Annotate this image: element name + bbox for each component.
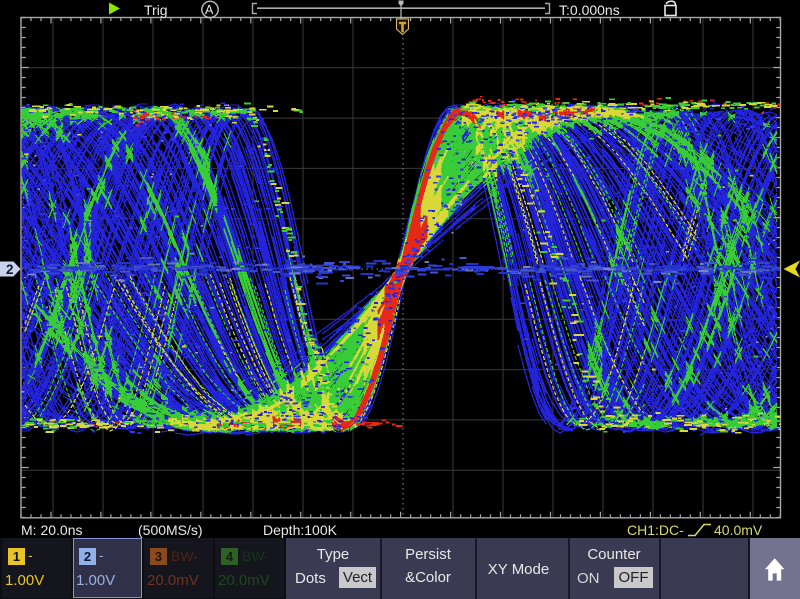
svg-text:2: 2	[6, 262, 14, 277]
